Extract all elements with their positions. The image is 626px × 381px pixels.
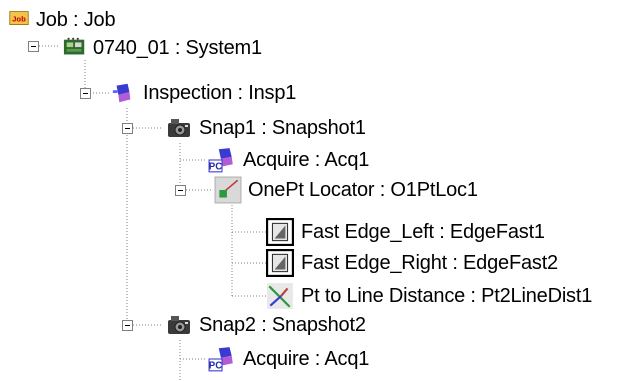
job-tree[interactable]: Job Job : Job 0740_01 : System1 Inspecti… [0,0,626,381]
tree-node-label: Fast Edge_Left : EdgeFast1 [301,220,545,243]
tree-node-locator[interactable]: OnePt Locator : O1PtLoc1 [214,175,478,205]
svg-text:Job: Job [12,15,26,24]
tree-node-label: 0740_01 : System1 [93,36,262,59]
tree-node-label: Job : Job [36,8,116,31]
acquire-icon: PC [208,148,233,173]
tree-node-job[interactable]: Job Job : Job [7,5,116,35]
tree-node-system[interactable]: 0740_01 : System1 [63,33,262,63]
collapse-inspection-button[interactable] [80,88,91,99]
tree-node-acquire1[interactable]: PC Acquire : Acq1 [207,145,369,175]
edge-icon [266,218,294,246]
collapse-snap2-button[interactable] [122,320,133,331]
svg-text:PC: PC [209,361,222,372]
tree-node-label: Inspection : Insp1 [143,81,297,104]
acquire-icon: PC [208,347,233,372]
tree-node-label: OnePt Locator : O1PtLoc1 [248,178,478,201]
tree-node-label: Acquire : Acq1 [243,347,370,370]
collapse-locator-button[interactable] [175,185,186,196]
collapse-system-button[interactable] [28,41,39,52]
tree-node-inspection[interactable]: Inspection : Insp1 [111,78,296,108]
tree-node-edge-left[interactable]: Fast Edge_Left : EdgeFast1 [266,217,545,247]
tree-node-label: Snap2 : Snapshot2 [199,313,366,336]
tree-node-label: Acquire : Acq1 [243,148,370,171]
tree-node-acquire2[interactable]: PC Acquire : Acq1 [207,344,369,374]
job-icon: Job [9,11,29,25]
tree-node-label: Fast Edge_Right : EdgeFast2 [301,251,558,274]
tree-node-label: Snap1 : Snapshot1 [199,116,366,139]
camera-icon [168,119,190,137]
collapse-snap1-button[interactable] [122,123,133,134]
circuit-board-icon [63,37,85,55]
tree-node-snap2[interactable]: Snap2 : Snapshot2 [165,310,366,340]
tree-node-snap1[interactable]: Snap1 : Snapshot1 [165,113,366,143]
tree-node-label: Pt to Line Distance : Pt2LineDist1 [301,284,593,307]
distance-icon [267,283,293,309]
inspection-icon [112,83,131,103]
locator-icon [214,176,242,204]
camera-icon [168,316,190,334]
tree-node-pt-line-distance[interactable]: Pt to Line Distance : Pt2LineDist1 [266,281,592,311]
tree-node-edge-right[interactable]: Fast Edge_Right : EdgeFast2 [266,248,558,278]
edge-icon [266,249,294,277]
svg-text:PC: PC [209,162,222,173]
